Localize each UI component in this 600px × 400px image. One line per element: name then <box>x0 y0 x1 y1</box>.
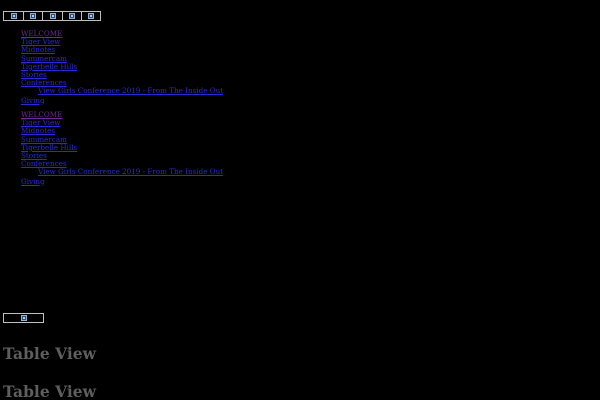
image-icon <box>49 13 56 19</box>
menu-link[interactable]: Giving <box>21 177 45 186</box>
image-icon <box>88 13 94 19</box>
menu-item-giving: Giving <box>21 96 223 105</box>
toolbar-button[interactable] <box>4 314 43 322</box>
menu-item-tigerbelle-hills: Tigerbelle Hills <box>21 143 223 152</box>
submenu-item-girls-conference: View Girls Conference 2019 - From The In… <box>21 87 223 95</box>
menu-link[interactable]: View Girls Conference 2019 - From The In… <box>38 167 223 176</box>
image-icon <box>10 13 17 19</box>
menu-link[interactable]: Giving <box>21 96 45 105</box>
toolbar-button-3[interactable] <box>43 12 63 20</box>
nav-menu-secondary: WELCOME Tiger View Midnotes Summercam Ti… <box>21 110 223 186</box>
image-icon <box>69 13 75 19</box>
toolbar-button-2[interactable] <box>24 12 43 20</box>
page-title: Table View <box>3 344 96 363</box>
toolbar-button-5[interactable] <box>82 12 100 20</box>
toolbar-button-4[interactable] <box>63 12 82 20</box>
top-icon-toolbar <box>3 11 101 21</box>
menu-item-tigerbelle-hills: Tigerbelle Hills <box>21 62 223 71</box>
menu-link[interactable]: View Girls Conference 2019 - From The In… <box>38 86 223 95</box>
menu-item-giving: Giving <box>21 177 223 186</box>
nav-menu-primary: WELCOME Tiger View Midnotes Summercam Ti… <box>21 29 223 105</box>
bottom-icon-toolbar <box>3 313 44 323</box>
submenu-item-girls-conference: View Girls Conference 2019 - From The In… <box>21 168 223 176</box>
toolbar-button-1[interactable] <box>4 12 24 20</box>
image-icon <box>30 13 36 19</box>
image-icon <box>20 315 27 321</box>
page-title: Table View <box>3 382 96 400</box>
